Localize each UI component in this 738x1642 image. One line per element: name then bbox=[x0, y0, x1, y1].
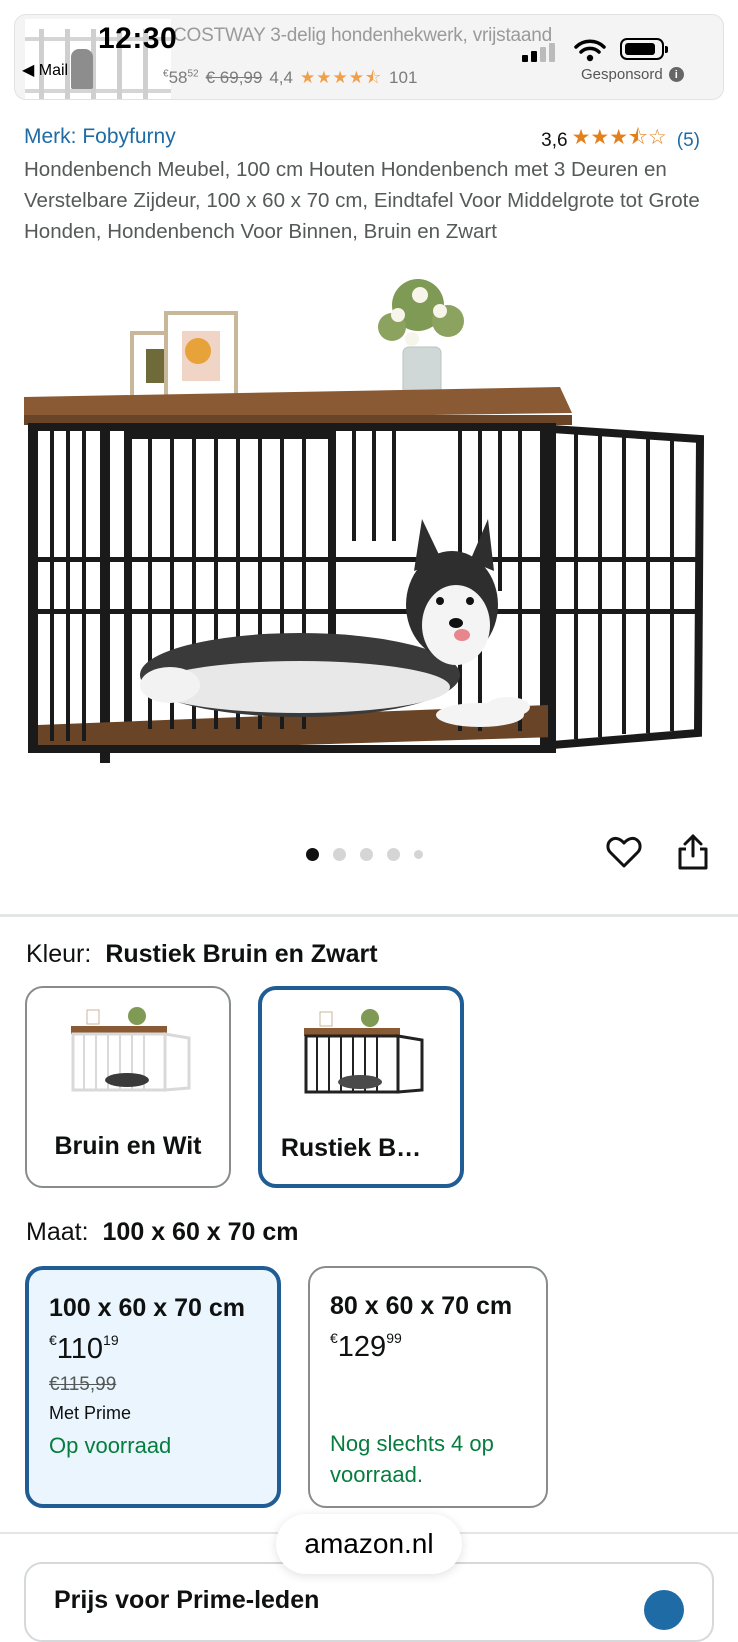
carousel-dot[interactable] bbox=[387, 848, 400, 861]
mail-back-icon[interactable]: ◀ Mail bbox=[22, 60, 68, 80]
color-option-bruin-en-wit[interactable]: Bruin en Wit bbox=[25, 986, 231, 1188]
rating-count-link[interactable]: (5) bbox=[677, 130, 700, 152]
rating-value: 3,6 bbox=[541, 129, 568, 151]
product-rating[interactable]: 3,6 ★★★⯪☆ (5) bbox=[541, 123, 700, 158]
size-option-old-price: €115,99 bbox=[49, 1374, 117, 1395]
share-icon[interactable] bbox=[676, 834, 710, 870]
ad-price-row: €5852 € 69,99 4,4 ★★★★⯪ 101 bbox=[163, 65, 417, 94]
size-option-name: 80 x 60 x 70 cm bbox=[330, 1292, 513, 1320]
image-carousel-dots[interactable] bbox=[306, 848, 423, 861]
carousel-dot[interactable] bbox=[414, 850, 423, 859]
sponsored-label[interactable]: Gesponsord i bbox=[581, 66, 684, 83]
carousel-dot[interactable] bbox=[333, 848, 346, 861]
ad-title[interactable]: COSTWAY 3-delig hondenhekwerk, vrijstaan… bbox=[173, 25, 552, 47]
cellular-signal-icon bbox=[522, 40, 562, 62]
wifi-icon bbox=[574, 39, 606, 62]
ad-old-price: € 69,99 bbox=[205, 68, 263, 87]
browser-url-bar[interactable]: amazon.nl bbox=[276, 1514, 462, 1574]
prime-price-radio[interactable] bbox=[644, 1590, 684, 1630]
status-time: 12:30 bbox=[98, 22, 178, 55]
ad-price: €5852 bbox=[163, 68, 199, 87]
ad-star-rating: ★★★★⯪ bbox=[299, 68, 383, 87]
color-option-rustiek-bruin[interactable]: Rustiek B… bbox=[258, 986, 464, 1188]
ad-rating: 4,4 bbox=[269, 68, 293, 87]
stock-status-line: Nog slechts 4 op bbox=[330, 1431, 494, 1456]
prime-price-title: Prijs voor Prime-leden bbox=[54, 1586, 320, 1614]
brand-link[interactable]: Merk: Fobyfurny bbox=[24, 125, 176, 149]
size-variation-label: Maat: 100 x 60 x 70 cm bbox=[26, 1218, 299, 1247]
battery-icon bbox=[620, 38, 668, 60]
size-label-text: Maat: bbox=[26, 1218, 89, 1246]
info-icon[interactable]: i bbox=[668, 67, 684, 82]
color-option-name: Rustiek B… bbox=[280, 1134, 422, 1162]
stock-status-line: voorraad. bbox=[330, 1462, 423, 1487]
carousel-dot[interactable] bbox=[360, 848, 373, 861]
star-rating-icon: ★★★⯪☆ bbox=[571, 126, 667, 149]
stock-status: Nog slechts 4 op voorraad. bbox=[330, 1428, 494, 1490]
section-divider bbox=[0, 914, 738, 917]
sponsored-text: Gesponsord bbox=[581, 66, 663, 83]
stock-status: Op voorraad bbox=[49, 1433, 172, 1458]
color-option-image bbox=[304, 1009, 424, 1094]
size-option-name: 100 x 60 x 70 cm bbox=[49, 1294, 245, 1322]
product-image[interactable] bbox=[0, 275, 738, 800]
size-option-price: €12999 bbox=[330, 1330, 402, 1363]
color-option-image bbox=[71, 1007, 191, 1092]
color-selected-value: Rustiek Bruin en Zwart bbox=[105, 940, 378, 968]
heart-icon[interactable] bbox=[606, 834, 642, 870]
size-option-80x60x70[interactable]: 80 x 60 x 70 cm €12999 Nog slechts 4 op … bbox=[308, 1266, 548, 1508]
product-title: Hondenbench Meubel, 100 cm Houten Honden… bbox=[24, 158, 700, 243]
size-option-price: €11019 bbox=[49, 1332, 119, 1365]
prime-price-card[interactable]: Prijs voor Prime-leden bbox=[24, 1562, 714, 1642]
prime-label: Met Prime bbox=[49, 1403, 132, 1423]
size-option-100x60x70[interactable]: 100 x 60 x 70 cm €11019 €115,99 Met Prim… bbox=[25, 1266, 281, 1508]
carousel-dot[interactable] bbox=[306, 848, 319, 861]
ad-review-count: 101 bbox=[389, 68, 418, 87]
color-option-name: Bruin en Wit bbox=[54, 1132, 202, 1160]
color-label-text: Kleur: bbox=[26, 940, 92, 968]
color-variation-label: Kleur: Rustiek Bruin en Zwart bbox=[26, 940, 378, 969]
size-selected-value: 100 x 60 x 70 cm bbox=[102, 1218, 299, 1246]
